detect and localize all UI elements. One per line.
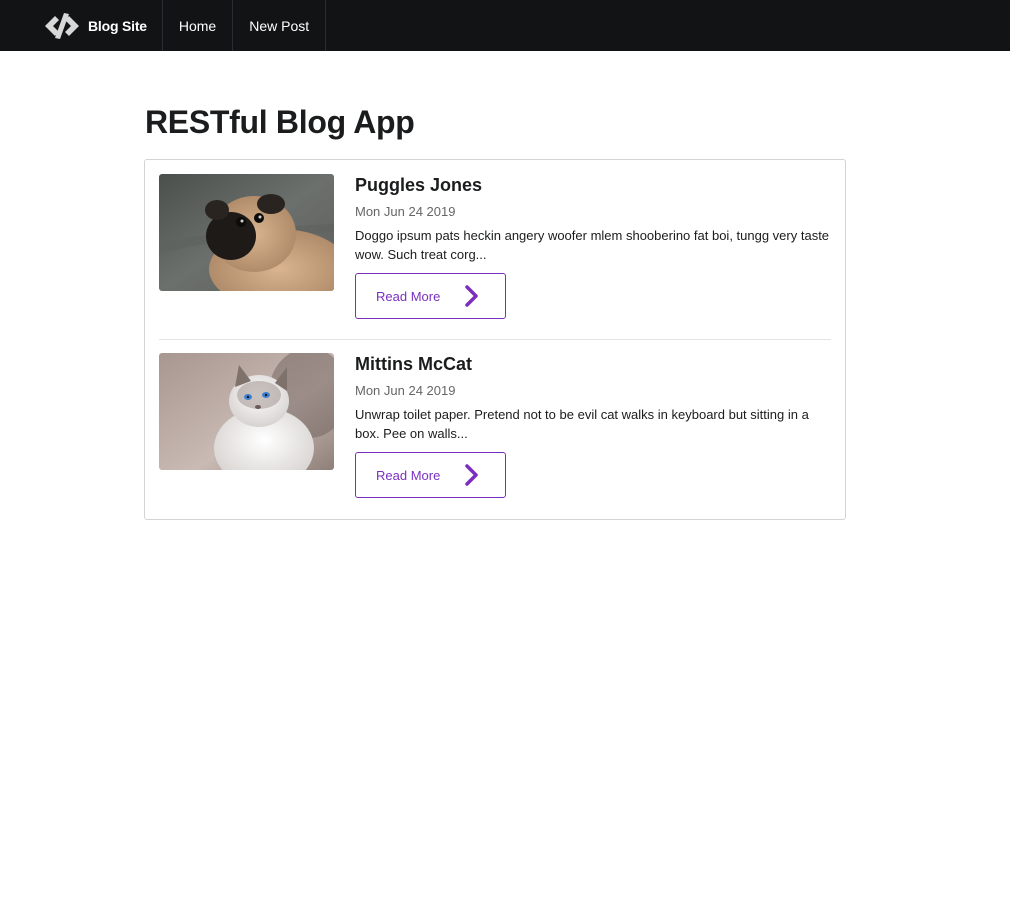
code-icon	[45, 12, 79, 39]
read-more-label: Read More	[376, 288, 441, 304]
chevron-right-icon	[465, 285, 479, 307]
top-navbar: Blog Site Home New Post	[0, 0, 1010, 51]
post-body: Mittins McCat Mon Jun 24 2019 Unwrap toi…	[355, 353, 831, 498]
post-title[interactable]: Puggles Jones	[355, 174, 831, 196]
nav-item-new-post[interactable]: New Post	[233, 0, 327, 51]
brand-label: Blog Site	[88, 17, 147, 34]
post-date: Mon Jun 24 2019	[355, 383, 456, 398]
post-divider	[159, 339, 831, 340]
post-date: Mon Jun 24 2019	[355, 204, 456, 219]
read-more-button[interactable]: Read More	[355, 273, 506, 319]
post-excerpt: Doggo ipsum pats heckin angery woofer ml…	[355, 228, 830, 262]
read-more-label: Read More	[376, 467, 441, 483]
post-title[interactable]: Mittins McCat	[355, 353, 831, 375]
post-list: Puggles Jones Mon Jun 24 2019 Doggo ipsu…	[144, 159, 846, 520]
post-thumbnail-pug[interactable]	[159, 174, 334, 291]
post-excerpt: Unwrap toilet paper. Pretend not to be e…	[355, 407, 809, 441]
page-title: RESTful Blog App	[145, 104, 415, 140]
nav-item-home[interactable]: Home	[163, 0, 234, 51]
chevron-right-icon	[465, 464, 479, 486]
brand-link[interactable]: Blog Site	[0, 0, 163, 51]
read-more-button[interactable]: Read More	[355, 452, 506, 498]
post-thumbnail-cat[interactable]	[159, 353, 334, 470]
post-body: Puggles Jones Mon Jun 24 2019 Doggo ipsu…	[355, 174, 831, 319]
